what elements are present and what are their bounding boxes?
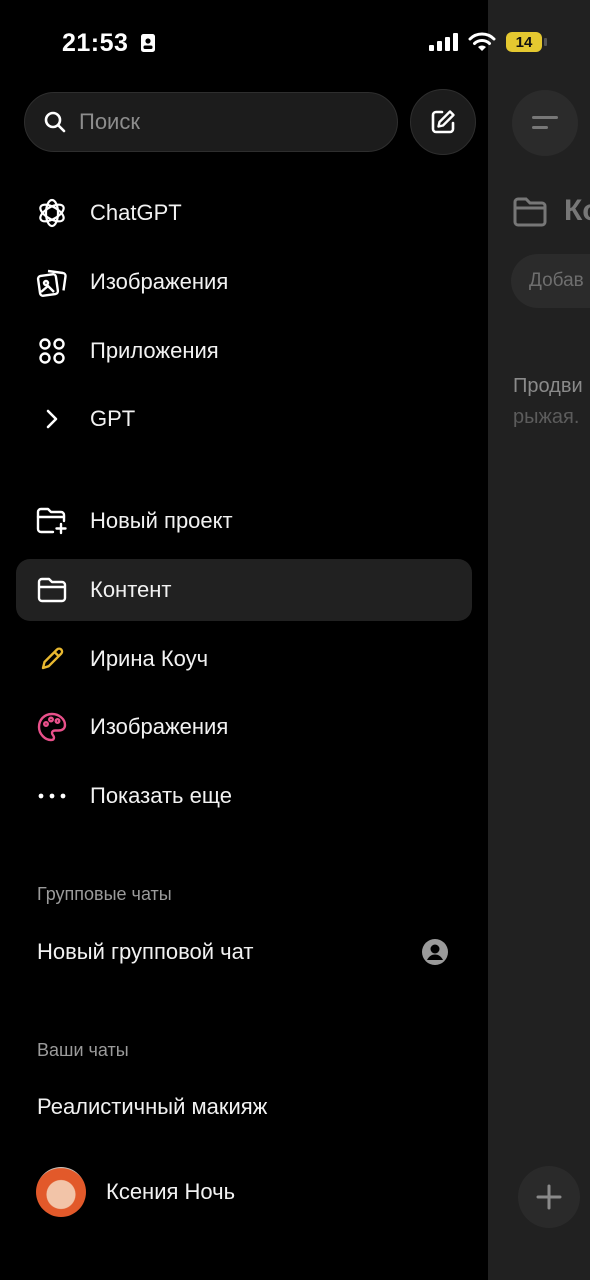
sidebar-item-new-project[interactable]: Новый проект <box>16 490 472 552</box>
sidebar-item-label: Изображения <box>90 714 229 739</box>
sidebar-item-label: Показать еще <box>90 783 232 808</box>
sidebar-item-label: GPT <box>90 406 136 431</box>
sidebar-item-images[interactable]: Изображения <box>16 251 472 313</box>
sidebar-item-show-more[interactable]: Показать еще <box>16 765 472 827</box>
wifi-icon <box>468 32 496 51</box>
sidebar-item-chatgpt[interactable]: ChatGPT <box>16 182 472 244</box>
folder-plus-icon <box>34 503 70 539</box>
user-profile[interactable]: Ксения Ночь <box>36 1167 235 1217</box>
sidebar-item-label: Ирина Коуч <box>90 646 209 671</box>
sidebar-item-irina-coach[interactable]: Ирина Коуч <box>16 628 472 690</box>
sidebar-drawer: Поиск ChatGPT Изображения Приложения GPT… <box>0 0 488 1280</box>
user-name: Ксения Ночь <box>106 1179 236 1204</box>
pencil-icon <box>34 641 70 677</box>
menu-button[interactable] <box>512 90 578 156</box>
plus-icon <box>536 1184 562 1210</box>
chat-item[interactable]: Реалистичный макияж <box>37 1094 267 1120</box>
sidebar-item-images-project[interactable]: Изображения <box>16 696 472 758</box>
avatar <box>36 1167 86 1217</box>
your-chats-title: Ваши чаты <box>37 1040 129 1060</box>
apps-grid-icon <box>34 333 70 369</box>
add-button[interactable] <box>518 1166 580 1228</box>
sidebar-item-label: Контент <box>90 577 172 602</box>
background-page: Ко Добав Продви рыжая. <box>488 0 590 1280</box>
screen: Ко Добав Продви рыжая. Поиск ChatGPT Из <box>0 0 590 1280</box>
status-time: 21:53 <box>62 29 156 58</box>
id-badge-icon <box>140 34 155 52</box>
images-icon <box>34 264 70 300</box>
sidebar-item-gpt[interactable]: GPT <box>16 388 472 450</box>
project-title: Ко <box>564 194 590 227</box>
status-time-text: 21:53 <box>62 29 129 57</box>
sidebar-item-apps[interactable]: Приложения <box>16 320 472 382</box>
add-chip[interactable]: Добав <box>511 254 590 308</box>
status-icons: 14 <box>428 31 547 53</box>
search-placeholder: Поиск <box>79 109 140 134</box>
chevron-right-icon <box>34 401 70 437</box>
battery-icon: 14 <box>506 32 547 52</box>
battery-level: 14 <box>515 33 533 51</box>
more-dots-icon <box>34 778 70 814</box>
person-circle-icon <box>421 938 449 971</box>
sidebar-item-label: Приложения <box>90 338 219 363</box>
folder-icon <box>34 572 70 608</box>
signal-icon <box>429 33 458 51</box>
group-chats-title: Групповые чаты <box>37 884 172 904</box>
chat-item-new-group[interactable]: Новый групповой чат <box>37 939 253 965</box>
chat-preview-text: рыжая. <box>513 406 580 428</box>
sidebar-item-label: Новый проект <box>90 508 233 533</box>
openai-logo-icon <box>34 195 70 231</box>
chat-preview-title: Продви <box>513 375 583 397</box>
sidebar-item-label: Изображения <box>90 269 229 294</box>
sidebar-item-content[interactable]: Контент <box>16 559 472 621</box>
search-icon <box>44 111 66 133</box>
menu-lines-icon <box>532 116 558 129</box>
new-chat-button[interactable] <box>410 89 476 155</box>
sidebar-item-label: ChatGPT <box>90 200 182 225</box>
folder-icon <box>512 196 548 233</box>
compose-icon <box>431 110 455 134</box>
palette-icon <box>34 709 70 745</box>
status-bar: 21:53 14 <box>0 0 590 88</box>
search-field[interactable]: Поиск <box>24 92 398 152</box>
